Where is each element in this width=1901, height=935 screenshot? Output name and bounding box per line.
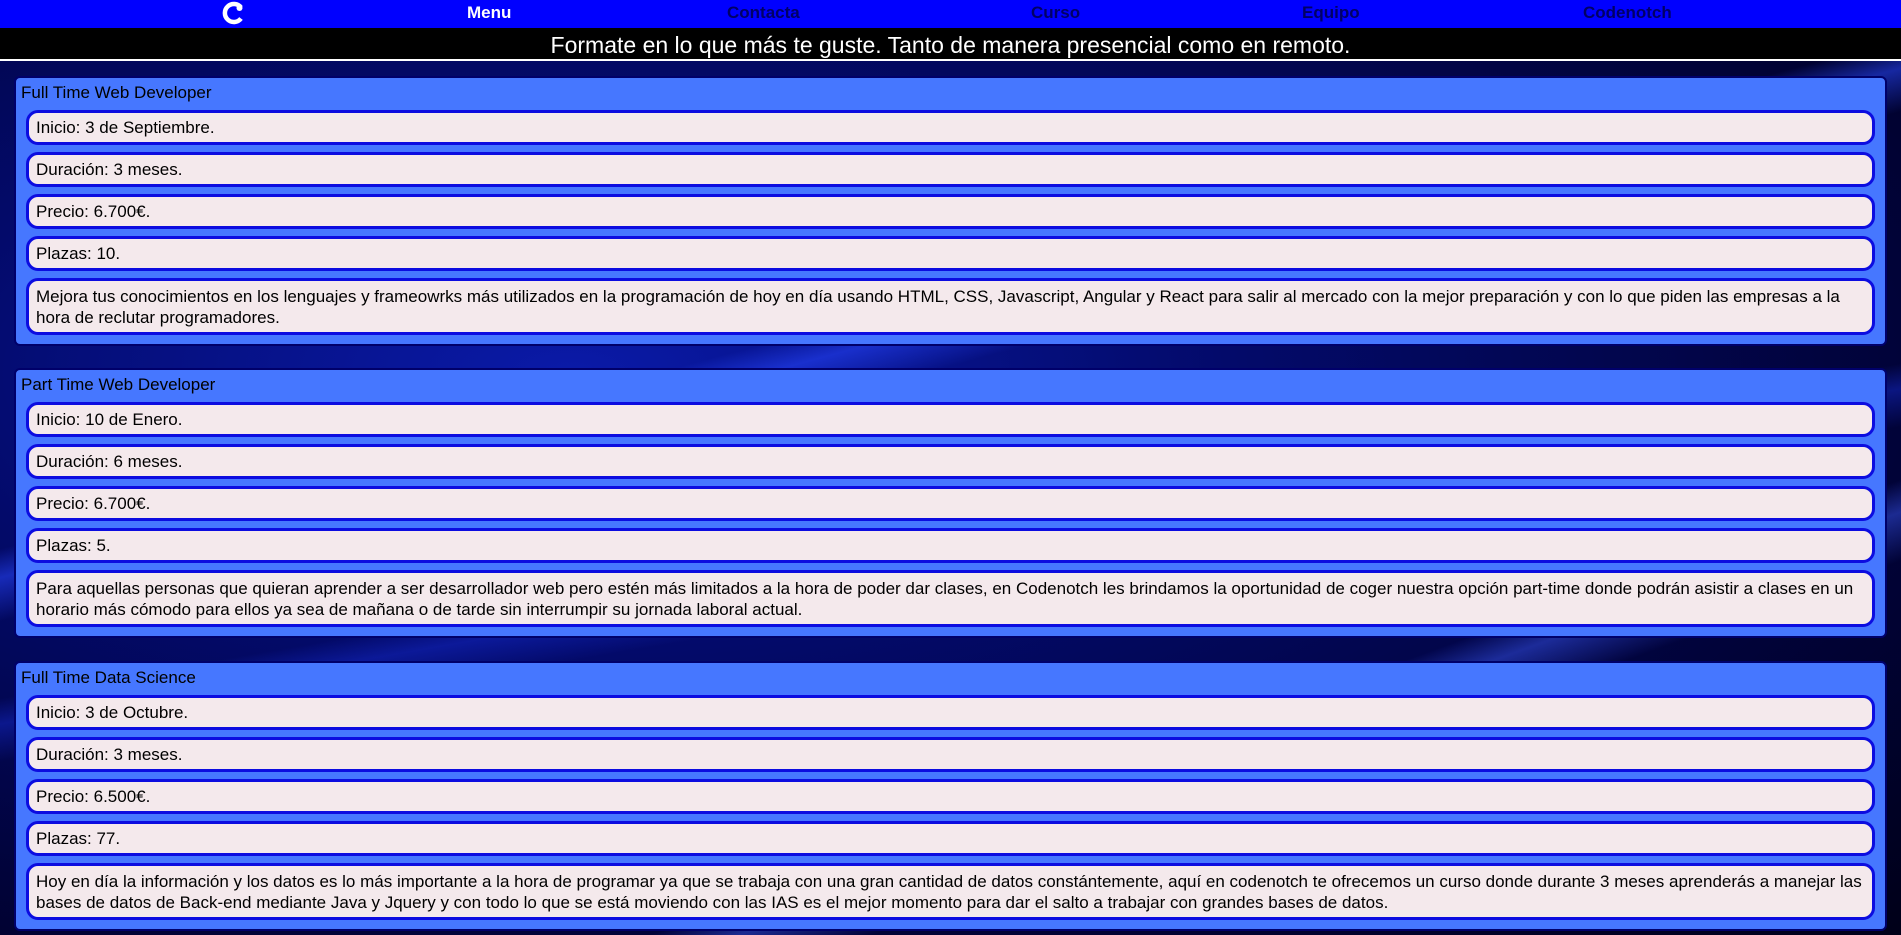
course-title: Full Time Data Science xyxy=(21,668,196,687)
course-duration: Duración: 6 meses. xyxy=(26,444,1875,479)
codenotch-logo-icon[interactable] xyxy=(222,1,246,25)
nav-curso-link[interactable]: Curso xyxy=(1031,2,1080,24)
course-title: Part Time Web Developer xyxy=(21,375,216,394)
course-seats: Plazas: 10. xyxy=(26,236,1875,271)
course-description: Hoy en día la información y los datos es… xyxy=(26,863,1875,920)
course-start-date: Inicio: 3 de Octubre. xyxy=(26,695,1875,730)
course-price: Precio: 6.700€. xyxy=(26,486,1875,521)
course-duration: Duración: 3 meses. xyxy=(26,152,1875,187)
course-duration: Duración: 3 meses. xyxy=(26,737,1875,772)
course-card: Full Time Data Science Inicio: 3 de Octu… xyxy=(14,661,1887,931)
nav-contacta-link[interactable]: Contacta xyxy=(727,2,800,24)
course-card: Part Time Web Developer Inicio: 10 de En… xyxy=(14,368,1887,638)
course-description: Mejora tus conocimientos en los lenguaje… xyxy=(26,278,1875,335)
course-title: Full Time Web Developer xyxy=(21,83,212,102)
nav-menu-link[interactable]: Menu xyxy=(467,2,511,24)
course-seats: Plazas: 5. xyxy=(26,528,1875,563)
course-start-date: Inicio: 3 de Septiembre. xyxy=(26,110,1875,145)
nav-equipo-link[interactable]: Equipo xyxy=(1302,2,1360,24)
course-price: Precio: 6.700€. xyxy=(26,194,1875,229)
nav-codenotch-link[interactable]: Codenotch xyxy=(1583,2,1672,24)
tagline-bar: Formate en lo que más te guste. Tanto de… xyxy=(0,28,1901,61)
course-card: Full Time Web Developer Inicio: 3 de Sep… xyxy=(14,76,1887,346)
course-start-date: Inicio: 10 de Enero. xyxy=(26,402,1875,437)
navbar: Menu Contacta Curso Equipo Codenotch xyxy=(0,0,1901,28)
tagline: Formate en lo que más te guste. Tanto de… xyxy=(550,32,1351,58)
course-description: Para aquellas personas que quieran apren… xyxy=(26,570,1875,627)
course-seats: Plazas: 77. xyxy=(26,821,1875,856)
course-price: Precio: 6.500€. xyxy=(26,779,1875,814)
